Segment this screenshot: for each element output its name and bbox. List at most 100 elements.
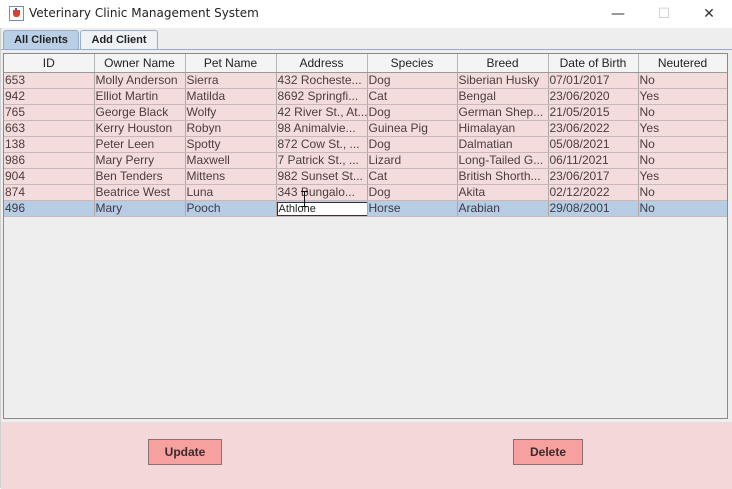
delete-button[interactable]: Delete — [513, 439, 583, 465]
cell-id[interactable]: 765 — [4, 104, 95, 121]
cell-address-editing[interactable]: Athlone — [276, 200, 368, 217]
cell-neutered[interactable]: No — [638, 152, 727, 169]
column-header-pet-name[interactable]: Pet Name — [185, 54, 277, 73]
column-header-address[interactable]: Address — [276, 54, 368, 73]
cell-breed[interactable]: Akita — [457, 184, 549, 201]
cell-breed[interactable]: Bengal — [457, 88, 549, 105]
cell-address[interactable]: 982 Sunset St... — [276, 168, 368, 185]
table-row[interactable]: 942 Elliot Martin Matilda 8692 Springfi.… — [4, 88, 727, 105]
close-button[interactable]: ✕ — [686, 0, 732, 28]
cell-breed[interactable]: Dalmatian — [457, 136, 549, 153]
tab-all-clients[interactable]: All Clients — [3, 30, 79, 50]
cell-id[interactable]: 653 — [4, 72, 95, 89]
cell-neutered[interactable]: No — [638, 72, 727, 89]
cell-address[interactable]: 8692 Springfi... — [276, 88, 368, 105]
tab-add-client[interactable]: Add Client — [80, 30, 158, 49]
cell-breed[interactable]: Himalayan — [457, 120, 549, 137]
cell-breed[interactable]: British Shorth... — [457, 168, 549, 185]
minimize-button[interactable]: — — [595, 0, 641, 28]
column-header-neutered[interactable]: Neutered — [638, 54, 727, 73]
cell-address[interactable]: 7 Patrick St., ... — [276, 152, 368, 169]
cell-date-of-birth[interactable]: 05/08/2021 — [548, 136, 639, 153]
cell-pet-name[interactable]: Mittens — [185, 168, 277, 185]
cell-pet-name[interactable]: Sierra — [185, 72, 277, 89]
cell-address[interactable]: 432 Rocheste... — [276, 72, 368, 89]
cell-neutered[interactable]: Yes — [638, 88, 727, 105]
cell-pet-name[interactable]: Spotty — [185, 136, 277, 153]
table-row[interactable]: 986 Mary Perry Maxwell 7 Patrick St., ..… — [4, 152, 727, 169]
cell-owner-name[interactable]: George Black — [94, 104, 186, 121]
cell-species[interactable]: Cat — [367, 168, 458, 185]
cell-species[interactable]: Dog — [367, 184, 458, 201]
clients-table-scroll[interactable]: ID Owner Name Pet Name Address Species B… — [3, 53, 728, 419]
table-row[interactable]: 874 Beatrice West Luna 343 Bungalo... Do… — [4, 184, 727, 201]
cell-id[interactable]: 663 — [4, 120, 95, 137]
cell-date-of-birth[interactable]: 29/08/2001 — [548, 200, 639, 217]
cell-species[interactable]: Dog — [367, 136, 458, 153]
table-row-selected[interactable]: 496 Mary Pooch Athlone Horse Arabian 29/… — [4, 200, 727, 217]
column-header-id[interactable]: ID — [4, 54, 95, 73]
cell-id[interactable]: 138 — [4, 136, 95, 153]
table-row[interactable]: 653 Molly Anderson Sierra 432 Rocheste..… — [4, 72, 727, 89]
cell-owner-name[interactable]: Elliot Martin — [94, 88, 186, 105]
cell-species[interactable]: Horse — [367, 200, 458, 217]
cell-id[interactable]: 874 — [4, 184, 95, 201]
action-panel: Update Delete — [1, 422, 732, 489]
column-header-date-of-birth[interactable]: Date of Birth — [548, 54, 639, 73]
cell-breed[interactable]: Siberian Husky — [457, 72, 549, 89]
cell-species[interactable]: Guinea Pig — [367, 120, 458, 137]
cell-pet-name[interactable]: Pooch — [185, 200, 277, 217]
table-row[interactable]: 765 George Black Wolfy 42 River St., At.… — [4, 104, 727, 121]
cell-date-of-birth[interactable]: 21/05/2015 — [548, 104, 639, 121]
column-header-species[interactable]: Species — [367, 54, 458, 73]
cell-breed[interactable]: Arabian — [457, 200, 549, 217]
cell-species[interactable]: Dog — [367, 104, 458, 121]
cell-pet-name[interactable]: Luna — [185, 184, 277, 201]
cell-id[interactable]: 496 — [4, 200, 95, 217]
cell-owner-name[interactable]: Beatrice West — [94, 184, 186, 201]
cell-species[interactable]: Cat — [367, 88, 458, 105]
cell-pet-name[interactable]: Robyn — [185, 120, 277, 137]
cell-date-of-birth[interactable]: 02/12/2022 — [548, 184, 639, 201]
main-frame: All Clients Add Client ID Owner Name Pet… — [0, 28, 732, 489]
column-header-breed[interactable]: Breed — [457, 54, 549, 73]
cell-neutered[interactable]: No — [638, 200, 727, 217]
cell-owner-name[interactable]: Mary — [94, 200, 186, 217]
cell-neutered[interactable]: Yes — [638, 120, 727, 137]
cell-date-of-birth[interactable]: 06/11/2021 — [548, 152, 639, 169]
cell-date-of-birth[interactable]: 23/06/2022 — [548, 120, 639, 137]
cell-pet-name[interactable]: Maxwell — [185, 152, 277, 169]
cell-breed[interactable]: German Shep... — [457, 104, 549, 121]
cell-pet-name[interactable]: Matilda — [185, 88, 277, 105]
cell-species[interactable]: Dog — [367, 72, 458, 89]
cell-owner-name[interactable]: Molly Anderson — [94, 72, 186, 89]
address-cell-editor[interactable]: Athlone — [276, 201, 366, 216]
cell-species[interactable]: Lizard — [367, 152, 458, 169]
column-header-owner-name[interactable]: Owner Name — [94, 54, 186, 73]
cell-address[interactable]: 872 Cow St., ... — [276, 136, 368, 153]
cell-address[interactable]: 42 River St., At... — [276, 104, 368, 121]
table-row[interactable]: 663 Kerry Houston Robyn 98 Animalvie... … — [4, 120, 727, 137]
cell-owner-name[interactable]: Peter Leen — [94, 136, 186, 153]
cell-date-of-birth[interactable]: 07/01/2017 — [548, 72, 639, 89]
cell-date-of-birth[interactable]: 23/06/2017 — [548, 168, 639, 185]
cell-address[interactable]: 343 Bungalo... — [276, 184, 368, 201]
cell-id[interactable]: 986 — [4, 152, 95, 169]
cell-id[interactable]: 942 — [4, 88, 95, 105]
cell-owner-name[interactable]: Ben Tenders — [94, 168, 186, 185]
cell-address[interactable]: 98 Animalvie... — [276, 120, 368, 137]
cell-breed[interactable]: Long-Tailed G... — [457, 152, 549, 169]
cell-id[interactable]: 904 — [4, 168, 95, 185]
cell-owner-name[interactable]: Mary Perry — [94, 152, 186, 169]
cell-pet-name[interactable]: Wolfy — [185, 104, 277, 121]
cell-neutered[interactable]: No — [638, 104, 727, 121]
maximize-button[interactable]: ☐ — [641, 0, 687, 28]
cell-owner-name[interactable]: Kerry Houston — [94, 120, 186, 137]
cell-date-of-birth[interactable]: 23/06/2020 — [548, 88, 639, 105]
table-row[interactable]: 904 Ben Tenders Mittens 982 Sunset St...… — [4, 168, 727, 185]
cell-neutered[interactable]: No — [638, 136, 727, 153]
update-button[interactable]: Update — [148, 439, 222, 465]
table-row[interactable]: 138 Peter Leen Spotty 872 Cow St., ... D… — [4, 136, 727, 153]
cell-neutered[interactable]: No — [638, 184, 727, 201]
cell-neutered[interactable]: Yes — [638, 168, 727, 185]
